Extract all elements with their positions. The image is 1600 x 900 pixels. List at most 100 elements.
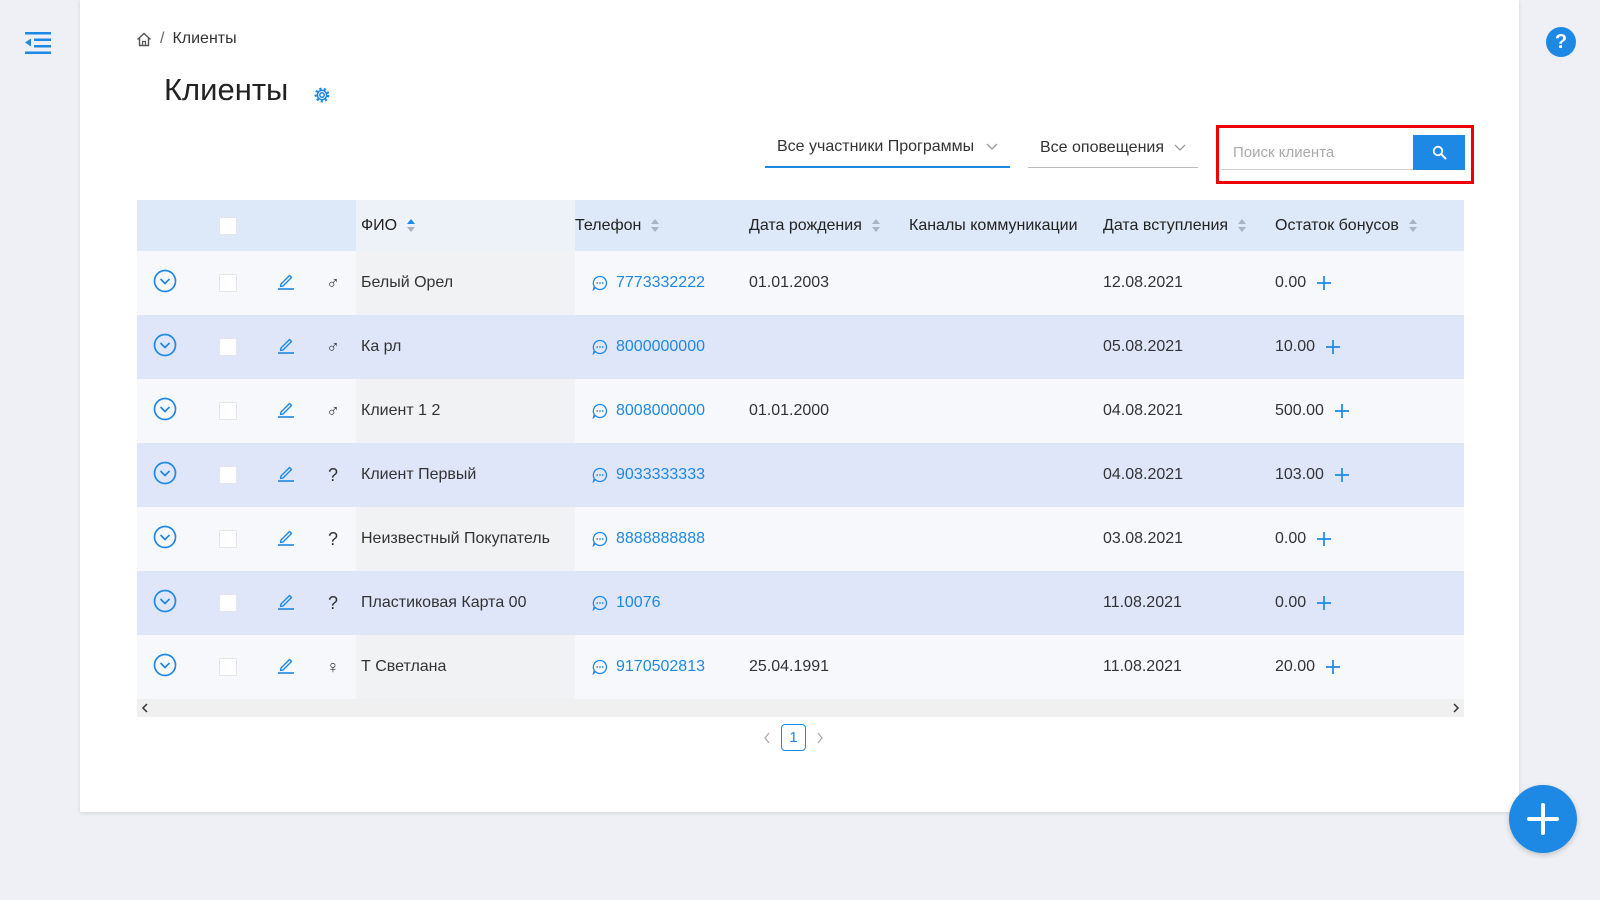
column-header-birthdate-label: Дата рождения — [749, 216, 862, 234]
sort-icon — [1238, 219, 1247, 232]
sort-icon — [407, 219, 416, 232]
search-button[interactable] — [1413, 135, 1465, 170]
search-icon — [1432, 145, 1446, 160]
client-search-input[interactable] — [1221, 135, 1415, 170]
phone-link[interactable]: 7773332222 — [616, 274, 705, 292]
client-name: Пластиковая Карта 00 — [361, 594, 527, 611]
column-header-join-date[interactable]: Дата вступления — [1103, 200, 1247, 251]
message-icon[interactable] — [592, 339, 608, 355]
gender-icon: ♂ — [326, 400, 340, 421]
gender-icon: ♂ — [326, 336, 340, 357]
expand-row-icon[interactable] — [153, 589, 177, 618]
bonus-balance: 0.00 — [1275, 274, 1307, 291]
expand-row-icon[interactable] — [153, 525, 177, 554]
client-name: Клиент Первый — [361, 466, 477, 483]
row-checkbox[interactable] — [219, 402, 237, 420]
row-checkbox[interactable] — [219, 658, 237, 676]
gender-icon: ♀ — [326, 656, 340, 677]
scroll-left-icon[interactable] — [141, 703, 149, 713]
gender-icon: ? — [327, 592, 338, 613]
scroll-right-icon[interactable] — [1452, 703, 1460, 713]
message-icon[interactable] — [592, 595, 608, 611]
prev-page-icon[interactable] — [763, 732, 771, 744]
bonus-balance: 20.00 — [1275, 658, 1316, 675]
column-header-fio[interactable]: ФИО — [361, 200, 416, 251]
phone-link[interactable]: 10076 — [616, 594, 661, 612]
pagination: 1 — [763, 724, 824, 751]
add-bonus-button[interactable] — [1334, 403, 1350, 419]
column-header-balance[interactable]: Остаток бонусов — [1275, 200, 1417, 251]
column-header-balance-label: Остаток бонусов — [1275, 216, 1399, 234]
expand-row-icon[interactable] — [153, 397, 177, 426]
birthdate: 25.04.1991 — [749, 658, 830, 675]
message-icon[interactable] — [592, 275, 608, 291]
table-row: ♂ Ка рл 8000000000 05.08.2021 10.00 — [137, 315, 1464, 379]
add-client-button[interactable] — [1509, 785, 1577, 853]
gender-icon: ♂ — [326, 272, 340, 293]
phone-link[interactable]: 9033333333 — [616, 466, 705, 484]
phone-link[interactable]: 8008000000 — [616, 402, 705, 420]
column-header-birthdate[interactable]: Дата рождения — [749, 200, 880, 251]
client-name: Т Светлана — [361, 658, 447, 675]
help-icon[interactable]: ? — [1546, 27, 1576, 57]
participants-filter-label: Все участники Программы — [777, 138, 975, 155]
phone-link[interactable]: 8000000000 — [616, 338, 705, 356]
horizontal-scrollbar[interactable] — [137, 699, 1464, 717]
table-row: ? Клиент Первый 9033333333 04.08.2021 10… — [137, 443, 1464, 507]
message-icon[interactable] — [592, 531, 608, 547]
participants-filter-select[interactable]: Все участники Программы — [765, 128, 1010, 168]
add-bonus-button[interactable] — [1334, 467, 1350, 483]
phone-link[interactable]: 9170502813 — [616, 658, 705, 676]
add-bonus-button[interactable] — [1325, 339, 1341, 355]
join-date: 12.08.2021 — [1103, 274, 1184, 291]
breadcrumb-separator: / — [160, 30, 165, 47]
add-bonus-button[interactable] — [1316, 275, 1332, 291]
add-bonus-button[interactable] — [1325, 659, 1341, 675]
column-header-join-date-label: Дата вступления — [1103, 216, 1229, 234]
column-header-fio-label: ФИО — [361, 216, 398, 234]
sort-icon — [871, 219, 880, 232]
edit-icon[interactable] — [277, 656, 295, 679]
row-checkbox[interactable] — [219, 338, 237, 356]
chevron-down-icon — [1174, 144, 1186, 151]
join-date: 04.08.2021 — [1103, 466, 1184, 483]
breadcrumb-current: Клиенты — [172, 30, 237, 47]
add-bonus-button[interactable] — [1316, 531, 1332, 547]
edit-icon[interactable] — [277, 528, 295, 551]
join-date: 05.08.2021 — [1103, 338, 1184, 355]
add-bonus-button[interactable] — [1316, 595, 1332, 611]
client-name: Белый Орел — [361, 274, 454, 291]
gear-icon[interactable] — [312, 85, 332, 110]
column-header-phone[interactable]: Телефон — [575, 200, 660, 251]
expand-row-icon[interactable] — [153, 653, 177, 682]
message-icon[interactable] — [592, 403, 608, 419]
sort-icon — [1408, 219, 1417, 232]
join-date: 11.08.2021 — [1103, 658, 1182, 675]
message-icon[interactable] — [592, 467, 608, 483]
expand-row-icon[interactable] — [153, 461, 177, 490]
row-checkbox[interactable] — [219, 530, 237, 548]
menu-toggle-icon[interactable] — [25, 30, 53, 56]
edit-icon[interactable] — [277, 592, 295, 615]
row-checkbox[interactable] — [219, 594, 237, 612]
edit-icon[interactable] — [277, 464, 295, 487]
message-icon[interactable] — [592, 659, 608, 675]
edit-icon[interactable] — [277, 272, 295, 295]
edit-icon[interactable] — [277, 400, 295, 423]
edit-icon[interactable] — [277, 336, 295, 359]
page-button-current[interactable]: 1 — [781, 724, 806, 751]
client-name: Ка рл — [361, 338, 402, 355]
column-header-channels: Каналы коммуникации — [909, 200, 1078, 251]
expand-row-icon[interactable] — [153, 269, 177, 298]
phone-link[interactable]: 8888888888 — [616, 530, 705, 548]
notifications-filter-select[interactable]: Все оповещения — [1028, 128, 1198, 168]
row-checkbox[interactable] — [219, 274, 237, 292]
table-header: ФИО Телефон Дата рождения Каналы коммуни… — [137, 200, 1464, 251]
row-checkbox[interactable] — [219, 466, 237, 484]
table-row: ♂ Клиент 1 2 8008000000 01.01.2000 04.08… — [137, 379, 1464, 443]
home-icon[interactable] — [136, 32, 152, 47]
expand-row-icon[interactable] — [153, 333, 177, 362]
column-header-channels-label: Каналы коммуникации — [909, 216, 1078, 234]
next-page-icon[interactable] — [816, 732, 824, 744]
select-all-checkbox[interactable] — [219, 216, 237, 235]
